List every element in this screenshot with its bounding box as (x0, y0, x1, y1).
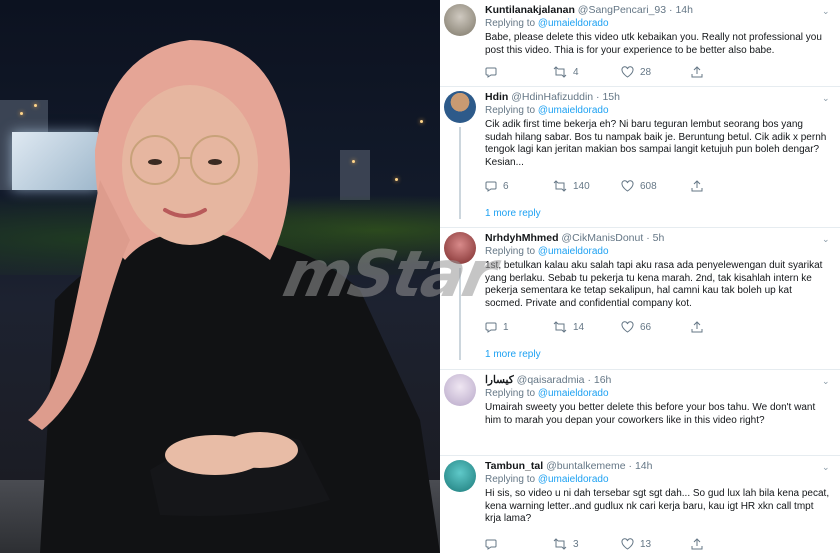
reply-button[interactable]: 6 (485, 180, 509, 192)
tweet[interactable]: Hdin @HdinHafizuddin · 15h ⌄ Replying to… (440, 87, 840, 228)
mention-link[interactable]: @umaieldorado (538, 388, 609, 399)
avatar[interactable] (444, 374, 476, 406)
user-handle[interactable]: @SangPencari_93 (578, 4, 666, 16)
reply-icon (485, 67, 497, 78)
retweet-button[interactable]: 3 (553, 538, 579, 550)
retweet-button[interactable]: 14 (553, 321, 584, 333)
display-name[interactable]: Kuntilanakjalanan (485, 4, 575, 16)
retweet-icon (553, 321, 567, 333)
heart-icon (621, 538, 634, 550)
like-button[interactable]: 66 (621, 321, 651, 333)
heart-icon (621, 180, 634, 192)
share-button[interactable] (691, 180, 703, 192)
display-name[interactable]: كيسارا (485, 374, 514, 386)
tweet-header: Kuntilanakjalanan @SangPencari_93 · 14h (485, 4, 693, 16)
timestamp[interactable]: 14h (675, 4, 693, 16)
retweet-icon (553, 180, 567, 192)
reply-icon (485, 322, 497, 333)
reply-icon (485, 539, 497, 550)
tweet-text: Hi sis, so video u ni dah tersebar sgt s… (485, 488, 830, 524)
reply-button[interactable] (485, 66, 503, 78)
display-name[interactable]: NrhdyhMhmed (485, 232, 559, 244)
tweet-actions: 3 13 (485, 538, 785, 552)
timestamp[interactable]: 16h (594, 374, 612, 386)
chevron-down-icon[interactable]: ⌄ (822, 6, 832, 16)
tweet[interactable]: NrhdyhMhmed @CikManisDonut · 5h ⌄ Replyi… (440, 228, 840, 370)
timestamp[interactable]: 5h (653, 232, 665, 244)
display-name[interactable]: Tambun_tal (485, 460, 543, 472)
replying-to: Replying to @umaieldorado (485, 246, 609, 257)
replying-to: Replying to @umaieldorado (485, 474, 609, 485)
timestamp[interactable]: 14h (635, 460, 653, 472)
timestamp[interactable]: 15h (602, 91, 620, 103)
person-illustration (28, 40, 440, 553)
more-replies-link[interactable]: 1 more reply (485, 208, 541, 219)
retweet-icon (553, 66, 567, 78)
user-handle[interactable]: @CikManisDonut (561, 232, 643, 244)
retweet-button[interactable]: 4 (553, 66, 579, 78)
share-button[interactable] (691, 538, 703, 550)
chevron-down-icon[interactable]: ⌄ (822, 93, 832, 103)
tweet[interactable]: Kuntilanakjalanan @SangPencari_93 · 14h … (440, 0, 840, 87)
share-icon (691, 321, 703, 333)
retweet-button[interactable]: 140 (553, 180, 590, 192)
reply-button[interactable]: 1 (485, 321, 509, 333)
mention-link[interactable]: @umaieldorado (538, 246, 609, 257)
tweet-actions: 1 14 66 (485, 321, 785, 335)
reply-button[interactable] (485, 538, 503, 550)
avatar[interactable] (444, 91, 476, 123)
share-button[interactable] (691, 66, 703, 78)
user-handle[interactable]: @HdinHafizuddin (511, 91, 593, 103)
avatar[interactable] (444, 460, 476, 492)
reply-thread-panel[interactable]: Kuntilanakjalanan @SangPencari_93 · 14h … (440, 0, 840, 553)
user-handle[interactable]: @buntalkememe (546, 460, 626, 472)
heart-icon (621, 321, 634, 333)
heart-icon (621, 66, 634, 78)
share-icon (691, 538, 703, 550)
tweet-actions: 4 28 (485, 66, 785, 80)
chevron-down-icon[interactable]: ⌄ (822, 234, 832, 244)
tweet-text: Umairah sweety you better delete this be… (485, 402, 816, 426)
share-button[interactable] (691, 321, 703, 333)
tweet[interactable]: كيسارا @qaisaradmia · 16h ⌄ Replying to … (440, 370, 840, 456)
share-icon (691, 66, 703, 78)
thread-line (459, 268, 461, 360)
avatar[interactable] (444, 232, 476, 264)
tweet[interactable]: Tambun_tal @buntalkememe · 14h ⌄ Replyin… (440, 456, 840, 553)
share-icon (691, 180, 703, 192)
more-replies-link[interactable]: 1 more reply (485, 349, 541, 360)
tweet-header: Hdin @HdinHafizuddin · 15h (485, 91, 620, 103)
mention-link[interactable]: @umaieldorado (538, 18, 609, 29)
replying-to: Replying to @umaieldorado (485, 105, 609, 116)
replying-to: Replying to @umaieldorado (485, 18, 609, 29)
tweet-actions: 6 140 608 (485, 180, 785, 194)
like-button[interactable]: 13 (621, 538, 651, 550)
user-handle[interactable]: @qaisaradmia (517, 374, 585, 386)
mention-link[interactable]: @umaieldorado (538, 105, 609, 116)
display-name[interactable]: Hdin (485, 91, 508, 103)
tweet-text: 1st, betulkan kalau aku salah tapi aku r… (485, 260, 823, 309)
tweet-header: Tambun_tal @buntalkememe · 14h (485, 460, 653, 472)
tweet-text: Cik adik first time bekerja eh? Ni baru … (485, 119, 827, 168)
tweet-text: Babe, please delete this video utk kebai… (485, 32, 822, 56)
photo (0, 0, 440, 553)
reply-icon (485, 181, 497, 192)
mention-link[interactable]: @umaieldorado (538, 474, 609, 485)
tweet-header: NrhdyhMhmed @CikManisDonut · 5h (485, 232, 665, 244)
chevron-down-icon[interactable]: ⌄ (822, 462, 832, 472)
like-button[interactable]: 28 (621, 66, 651, 78)
retweet-icon (553, 538, 567, 550)
replying-to: Replying to @umaieldorado (485, 388, 609, 399)
like-button[interactable]: 608 (621, 180, 657, 192)
thread-line (459, 127, 461, 219)
avatar[interactable] (444, 4, 476, 36)
tweet-header: كيسارا @qaisaradmia · 16h (485, 374, 612, 386)
chevron-down-icon[interactable]: ⌄ (822, 376, 832, 386)
